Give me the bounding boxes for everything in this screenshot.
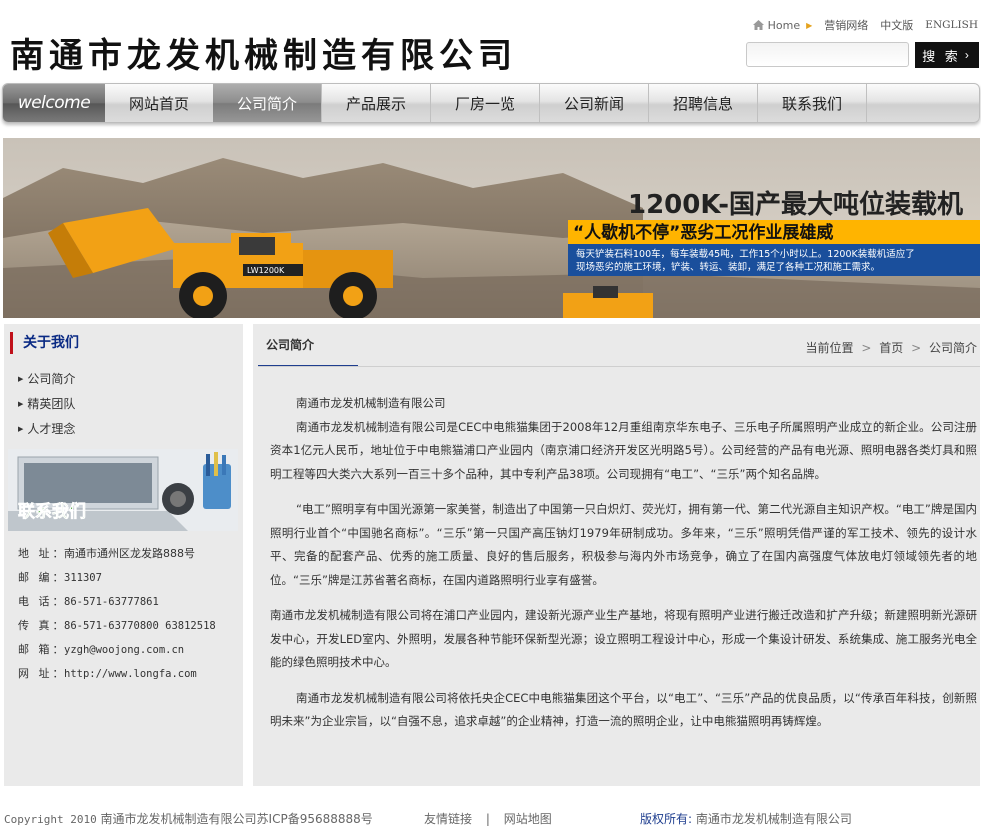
contact-website-link[interactable]: http://www.longfa.com	[64, 668, 197, 680]
home-icon	[752, 20, 764, 30]
sidebar: 关于我们 ▶ 公司简介 ▶ 精英团队 ▶ 人才理念 联系我们 地 址：南通市通州…	[4, 324, 243, 786]
nav-item-contact[interactable]: 联系我们	[758, 84, 867, 122]
chevron-right-icon: >	[861, 341, 872, 355]
chevron-right-icon: ›	[964, 48, 972, 62]
contact-label: 电 话：	[18, 595, 67, 608]
sidebar-item-label: 精英团队	[27, 397, 76, 411]
banner-desc-line1: 每天铲装石料100车，每车装载45吨，工作15个小时以上。1200K装载机适应了	[576, 248, 915, 260]
copyright-cn: 南通市龙发机械制造有限公司苏ICP备95688888号	[100, 812, 373, 826]
triangle-right-icon: ▶	[18, 424, 24, 433]
nav-item-news[interactable]: 公司新闻	[540, 84, 649, 122]
friend-links-link[interactable]: 友情链接	[424, 812, 472, 826]
contact-email-value[interactable]: yzgh@woojong.com.cn	[64, 644, 184, 656]
contact-email: 邮 箱：yzgh@woojong.com.cn	[18, 641, 184, 657]
sidebar-item-elite-team[interactable]: ▶ 精英团队	[18, 395, 75, 412]
company-logo-text[interactable]: 南通市龙发机械制造有限公司	[10, 28, 517, 77]
home-link-label: Home	[767, 18, 801, 32]
contact-value: 南通市通州区龙发路888号	[64, 547, 195, 560]
article-heading: 南通市龙发机械制造有限公司	[296, 396, 446, 410]
contact-label: 传 真：	[18, 619, 67, 632]
hero-banner: LW1200K 1200K-国产最大吨位装载机 “人歇机不停”恶劣工况作业展雄威…	[3, 138, 980, 318]
article-body: 南通市龙发机械制造有限公司 南通市龙发机械制造有限公司是CEC中电熊猫集团于20…	[270, 392, 977, 746]
contact-address: 地 址：南通市通州区龙发路888号	[18, 545, 195, 561]
breadcrumb-home[interactable]: 首页	[879, 341, 903, 355]
contact-label: 网 址：	[18, 667, 67, 680]
nav-item-factory[interactable]: 厂房一览	[431, 84, 540, 122]
nav-item-about[interactable]: 公司简介	[213, 84, 322, 122]
contact-us-banner[interactable]: 联系我们	[8, 449, 238, 531]
breadcrumb-company-profile[interactable]: 公司简介	[929, 341, 977, 355]
chevron-right-icon: >	[911, 341, 922, 355]
contact-value: 86-571-63777861	[64, 596, 159, 608]
top-links: Home ▶ 营销网络 中文版 ENGLISH	[752, 17, 978, 33]
footer-link-divider: |	[485, 812, 490, 826]
footer: Copyright 2010 南通市龙发机械制造有限公司苏ICP备9568888…	[0, 807, 981, 831]
marketing-network-link[interactable]: 营销网络	[824, 17, 868, 33]
english-version-link[interactable]: ENGLISH	[925, 19, 978, 31]
nav-item-products[interactable]: 产品展示	[322, 84, 431, 122]
sitemap-link[interactable]: 网站地图	[504, 812, 552, 826]
tab-company-profile[interactable]: 公司简介	[258, 324, 358, 367]
welcome-label: welcome	[3, 84, 105, 122]
contact-phone: 电 话：86-571-63777861	[18, 593, 159, 609]
nav-item-jobs[interactable]: 招聘信息	[649, 84, 758, 122]
copyright-en: Copyright 2010	[4, 813, 97, 826]
arrow-right-icon: ▶	[806, 20, 813, 30]
breadcrumb-current-location: 当前位置	[805, 341, 854, 355]
sidebar-item-label: 公司简介	[27, 372, 76, 386]
contact-value: 86-571-63770800 63812518	[64, 620, 216, 632]
search-button-label: 搜 索	[922, 48, 961, 64]
contact-us-banner-text: 联系我们	[18, 501, 86, 522]
owner-label: 版权所有:	[640, 812, 693, 826]
main-content: 公司简介 当前位置 > 首页 > 公司简介 南通市龙发机械制造有限公司 南通市龙…	[253, 324, 980, 786]
contact-value: 311307	[64, 572, 102, 584]
banner-image: LW1200K 1200K-国产最大吨位装载机 “人歇机不停”恶劣工况作业展雄威…	[3, 138, 980, 318]
sidebar-title: 关于我们	[10, 332, 79, 354]
banner-title: 1200K-国产最大吨位装载机	[628, 189, 963, 220]
contact-label: 邮 箱：	[18, 643, 67, 656]
main-navigation: welcome 网站首页 公司简介 产品展示 厂房一览 公司新闻 招聘信息 联系…	[2, 83, 980, 123]
home-link[interactable]: Home ▶	[752, 18, 813, 32]
contact-fax: 传 真：86-571-63770800 63812518	[18, 617, 216, 633]
contact-label: 地 址：	[18, 547, 67, 560]
triangle-right-icon: ▶	[18, 374, 24, 383]
article-paragraph: 南通市龙发机械制造有限公司将依托央企CEC中电熊猫集团这个平台，以“电工”、“三…	[270, 690, 977, 729]
search-input[interactable]	[746, 42, 909, 67]
header: 南通市龙发机械制造有限公司 Home ▶ 营销网络 中文版 ENGLISH 搜 …	[0, 0, 981, 80]
article-paragraph: 南通市龙发机械制造有限公司是CEC中电熊猫集团于2008年12月重组南京华东电子…	[270, 419, 977, 481]
triangle-right-icon: ▶	[18, 399, 24, 408]
sidebar-item-talent-concept[interactable]: ▶ 人才理念	[18, 420, 75, 437]
article-paragraph: 南通市龙发机械制造有限公司将在浦口产业园内，建设新光源产业生产基地，将现有照明产…	[270, 608, 977, 669]
contact-website: 网 址：http://www.longfa.com	[18, 665, 197, 681]
contact-label: 邮 编：	[18, 571, 67, 584]
search-button[interactable]: 搜 索 ›	[915, 42, 979, 68]
sidebar-item-label: 人才理念	[27, 422, 76, 436]
footer-copyright: Copyright 2010 南通市龙发机械制造有限公司苏ICP备9568888…	[4, 810, 373, 827]
content-divider	[258, 366, 980, 367]
chinese-version-link[interactable]: 中文版	[880, 17, 913, 33]
nav-item-home[interactable]: 网站首页	[105, 84, 214, 122]
article-paragraph: “电工”照明享有中国光源第一家美誉，制造出了中国第一只白炽灯、荧光灯，拥有第一代…	[270, 502, 977, 587]
contact-postcode: 邮 编：311307	[18, 569, 102, 585]
breadcrumb: 当前位置 > 首页 > 公司简介	[806, 339, 977, 356]
owner-value: 南通市龙发机械制造有限公司	[695, 812, 852, 826]
footer-owner: 版权所有: 南通市龙发机械制造有限公司	[640, 810, 852, 827]
footer-links: 友情链接 | 网站地图	[424, 810, 562, 827]
banner-desc-line2: 现场恶劣的施工环境，铲装、转运、装卸，满足了各种工况和施工需求。	[576, 261, 880, 273]
machine-model-label: LW1200K	[247, 266, 285, 275]
banner-slogan: “人歇机不停”恶劣工况作业展雄威	[573, 222, 833, 243]
sidebar-item-company-profile[interactable]: ▶ 公司简介	[18, 370, 75, 387]
